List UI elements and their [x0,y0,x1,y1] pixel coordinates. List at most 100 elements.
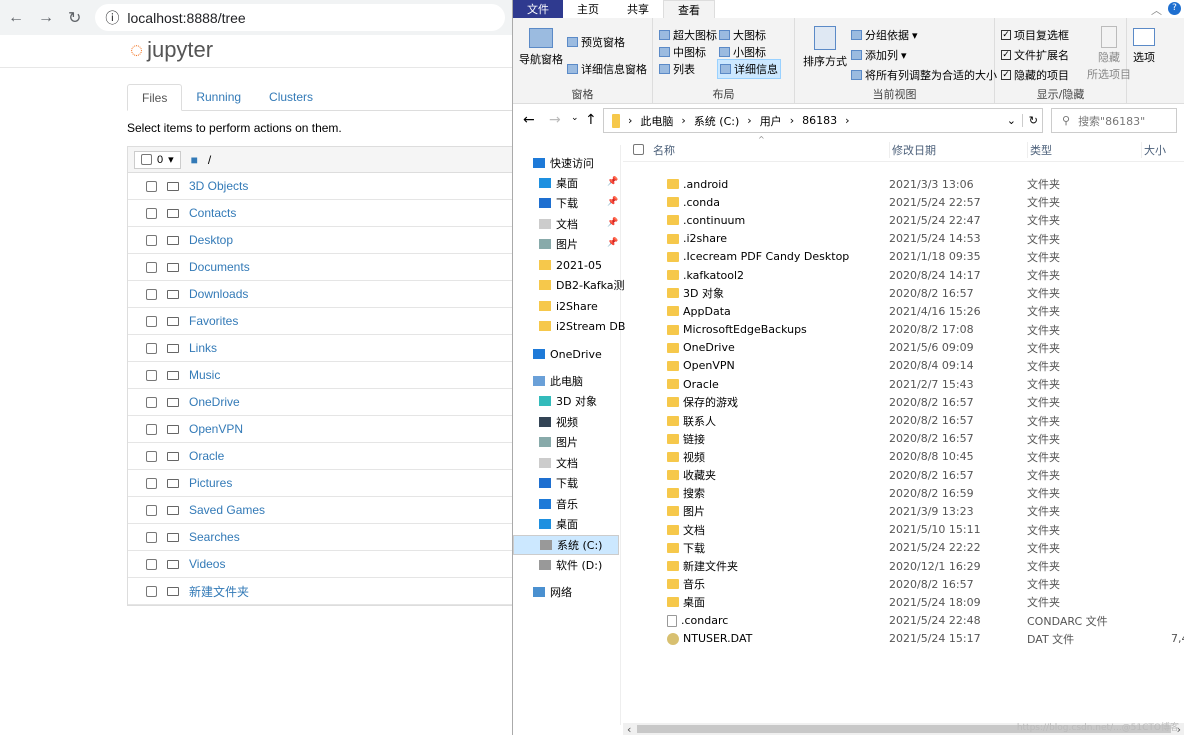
options-button[interactable]: 选项 [1133,28,1155,65]
item-checkbox[interactable] [146,585,157,597]
ribbon-tab-share[interactable]: 共享 [613,0,663,18]
file-row[interactable]: 链接 2020/8/2 16:57 文件夹 [623,430,1184,448]
item-checkbox-toggle[interactable]: ✓ 项目复选框 [1001,27,1069,43]
item-checkbox[interactable] [146,558,157,570]
nav-item[interactable]: 图片 [539,234,578,254]
tab-files[interactable]: Files [127,84,183,111]
nav-item[interactable]: 软件 (D:) [539,555,602,575]
breadcrumb-item[interactable]: 系统 (C:) [694,113,739,129]
file-row[interactable]: 图片 2021/3/9 13:23 文件夹 [623,502,1184,520]
file-row[interactable]: MicrosoftEdgeBackups 2020/8/2 17:08 文件夹 [623,321,1184,339]
file-row[interactable]: AppData 2021/4/16 15:26 文件夹 [623,302,1184,320]
checkbox-checked[interactable]: ✓ [1001,30,1011,40]
list-item[interactable]: Saved Games [128,497,512,524]
nav-item[interactable]: 文档 [539,453,578,473]
item-link[interactable]: Saved Games [189,503,265,517]
file-row[interactable]: 搜索 2020/8/2 16:59 文件夹 [623,484,1184,502]
nav-item[interactable]: i2Stream DB [539,316,625,336]
item-link[interactable]: Contacts [189,206,236,220]
list-item[interactable]: Links [128,335,512,362]
list-item[interactable]: Searches [128,524,512,551]
sort-by-button[interactable]: 排序方式 [803,26,847,69]
item-link[interactable]: Pictures [189,476,232,490]
item-link[interactable]: Videos [189,557,225,571]
nav-item[interactable]: 文档 [539,214,578,234]
file-row[interactable]: 下载 2021/5/24 22:22 文件夹 [623,539,1184,557]
item-link[interactable]: Desktop [189,233,233,247]
list-item[interactable]: Contacts [128,200,512,227]
ribbon-tab-view[interactable]: 查看 [663,0,715,18]
ribbon-tab-home[interactable]: 主页 [563,0,613,18]
select-all-checkbox[interactable] [141,154,152,165]
item-checkbox[interactable] [146,531,157,543]
nav-item[interactable]: 视频 [539,412,578,432]
chevron-down-icon[interactable]: ⌄ [1007,114,1016,127]
file-row[interactable]: .continuum 2021/5/24 22:47 文件夹 [623,211,1184,229]
nav-item[interactable]: 快速访问 [533,153,594,173]
list-item[interactable]: OpenVPN [128,416,512,443]
horizontal-scrollbar[interactable]: ‹ › https://blog.csdn.net/...@51CTO博客 [623,723,1184,736]
item-checkbox[interactable] [146,477,157,489]
checkbox-checked[interactable]: ✓ [1001,70,1011,80]
item-checkbox[interactable] [146,342,157,354]
file-row[interactable]: 3D 对象 2020/8/2 16:57 文件夹 [623,284,1184,302]
ribbon-tab-file[interactable]: 文件 [513,0,563,18]
item-link[interactable]: Searches [189,530,240,544]
item-link[interactable]: Favorites [189,314,238,328]
tab-running[interactable]: Running [182,84,255,110]
nav-item[interactable]: 下载 [539,193,578,213]
list-item[interactable]: Videos [128,551,512,578]
help-icon[interactable]: ? [1168,2,1181,15]
item-link[interactable]: Music [189,368,220,382]
nav-item[interactable]: i2Share [539,296,598,316]
back-icon[interactable]: ← [523,112,535,128]
item-link[interactable]: Documents [189,260,250,274]
file-row[interactable]: 桌面 2021/5/24 18:09 文件夹 [623,593,1184,611]
list-item[interactable]: 新建文件夹 [128,578,512,605]
checkbox-checked[interactable]: ✓ [1001,50,1011,60]
nav-item[interactable]: 桌面 [539,173,578,193]
layout-small[interactable]: 小图标 [719,44,766,60]
breadcrumb-item[interactable]: 此电脑 [640,113,673,129]
item-link[interactable]: Oracle [189,449,224,463]
item-checkbox[interactable] [146,180,157,192]
item-link[interactable]: OpenVPN [189,422,243,436]
recent-chevron-icon[interactable]: ⌄ [571,113,579,123]
item-checkbox[interactable] [146,423,157,435]
pin-icon[interactable]: 📌 [607,238,618,248]
file-row[interactable]: 新建文件夹 2020/12/1 16:29 文件夹 [623,557,1184,575]
hide-selected-button[interactable]: 隐藏 所选项目 [1087,26,1131,82]
item-link[interactable]: Links [189,341,217,355]
up-icon[interactable]: ↑ [585,112,597,128]
list-item[interactable]: Music [128,362,512,389]
group-by-button[interactable]: 分组依据 ▾ [851,27,918,43]
back-icon[interactable]: ← [8,9,24,27]
file-extension-toggle[interactable]: ✓ 文件扩展名 [1001,47,1069,63]
select-all-dropdown[interactable]: 0 ▾ [134,150,181,169]
file-row[interactable]: 联系人 2020/8/2 16:57 文件夹 [623,411,1184,429]
list-item[interactable]: Oracle [128,443,512,470]
details-pane-button[interactable]: 详细信息窗格 [567,61,647,77]
item-checkbox[interactable] [146,207,157,219]
file-row[interactable]: OneDrive 2021/5/6 09:09 文件夹 [623,339,1184,357]
preview-pane-button[interactable]: 预览窗格 [567,34,625,50]
forward-icon[interactable]: → [549,112,561,128]
nav-item[interactable]: OneDrive [533,344,602,364]
jupyter-logo[interactable]: ◌ jupyter [130,37,213,63]
item-checkbox[interactable] [146,234,157,246]
file-row[interactable]: .condarc 2021/5/24 22:48 CONDARC 文件 [623,612,1184,630]
address-bar[interactable]: ⓘ localhost:8888/tree [95,4,506,31]
refresh-icon[interactable]: ↻ [1021,114,1038,127]
nav-item[interactable]: 图片 [539,432,578,452]
file-row[interactable]: .kafkatool2 2020/8/24 14:17 文件夹 [623,266,1184,284]
file-row[interactable]: .android 2021/3/3 13:06 文件夹 [623,175,1184,193]
nav-item[interactable]: 网络 [533,582,572,602]
item-checkbox[interactable] [146,261,157,273]
item-checkbox[interactable] [146,396,157,408]
address-box[interactable]: › 此电脑 › 系统 (C:) › 用户 › 86183 › ⌄ ↻ [603,108,1043,133]
col-type[interactable]: 类型 [1027,141,1052,158]
nav-item[interactable]: 3D 对象 [539,391,597,411]
col-name[interactable]: 名称 [653,142,675,158]
file-row[interactable]: .Icecream PDF Candy Desktop 2021/1/18 09:… [623,248,1184,266]
list-item[interactable]: 3D Objects [128,173,512,200]
